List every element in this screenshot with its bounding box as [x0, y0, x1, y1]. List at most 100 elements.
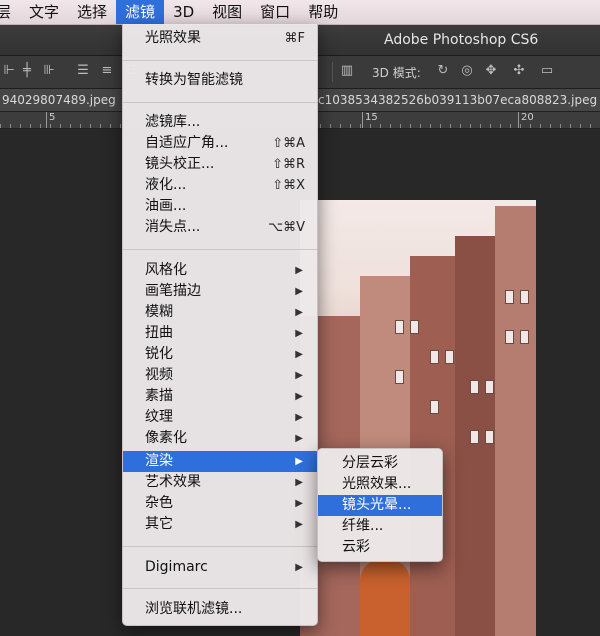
menu-item-sketch[interactable]: 素描 ▶	[123, 386, 317, 407]
menu-item-oil-paint[interactable]: 油画...	[123, 196, 317, 217]
roll-3d-icon[interactable]: ◎	[460, 64, 474, 78]
align-center-icon[interactable]: ╪	[20, 64, 34, 78]
shortcut-label: ⌘F	[284, 31, 305, 46]
options-divider	[332, 62, 333, 82]
submenu-item-lighting-effects[interactable]: 光照效果...	[318, 474, 442, 495]
menu-window[interactable]: 窗口	[251, 0, 299, 24]
submenu-item-fibers[interactable]: 纤维...	[318, 516, 442, 537]
menu-item-stylize[interactable]: 风格化 ▶	[123, 260, 317, 281]
ruler-tick	[362, 112, 363, 128]
distribute-middle-icon[interactable]: ≡	[100, 64, 114, 78]
menu-separator	[123, 102, 317, 103]
menu-item-render[interactable]: 渲染 ▶	[123, 451, 317, 472]
submenu-arrow-icon: ▶	[295, 286, 303, 297]
document-tab-1[interactable]: 94029807489.jpeg	[2, 93, 116, 107]
ruler-mark-15: 15	[365, 112, 378, 123]
shortcut-label: ⇧⌘A	[272, 136, 305, 151]
menu-item-sharpen[interactable]: 锐化 ▶	[123, 344, 317, 365]
submenu-arrow-icon: ▶	[295, 498, 303, 509]
submenu-arrow-icon: ▶	[295, 456, 303, 467]
align-left-icon[interactable]: ⊩	[2, 64, 16, 78]
shortcut-label: ⇧⌘X	[272, 178, 305, 193]
window-shape	[505, 290, 514, 304]
menu-bar: 层 文字 选择 滤镜 3D 视图 窗口 帮助	[0, 0, 600, 25]
window-shape	[505, 330, 514, 344]
3d-mode-label: 3D 模式:	[372, 66, 421, 80]
canvas-photo[interactable]	[300, 200, 536, 636]
menu-item-brush-strokes[interactable]: 画笔描边 ▶	[123, 281, 317, 302]
drag-3d-icon[interactable]: ✥	[484, 64, 498, 78]
submenu-arrow-icon: ▶	[295, 349, 303, 360]
distribute-top-icon[interactable]: ☰	[76, 64, 90, 78]
window-shape	[410, 320, 419, 334]
menu-help[interactable]: 帮助	[299, 0, 347, 24]
menu-item-filter-gallery[interactable]: 滤镜库...	[123, 112, 317, 133]
menu-view[interactable]: 视图	[203, 0, 251, 24]
window-shape	[520, 330, 529, 344]
menu-item-lighting-effects[interactable]: 光照效果 ⌘F	[123, 28, 317, 49]
submenu-item-difference-clouds[interactable]: 分层云彩	[318, 453, 442, 474]
menu-item-texture[interactable]: 纹理 ▶	[123, 407, 317, 428]
menu-3d[interactable]: 3D	[164, 0, 203, 24]
submenu-item-lens-flare[interactable]: 镜头光晕...	[318, 495, 442, 516]
scale-3d-icon[interactable]: ▭	[540, 64, 554, 78]
menu-item-digimarc[interactable]: Digimarc ▶	[123, 557, 317, 578]
rotate-3d-icon[interactable]: ↻	[436, 64, 450, 78]
window-shape	[430, 400, 439, 414]
app-title: Adobe Photoshop CS6	[384, 32, 539, 48]
menu-filter[interactable]: 滤镜	[116, 0, 165, 24]
menu-item-other[interactable]: 其它 ▶	[123, 514, 317, 535]
menu-item-noise[interactable]: 杂色 ▶	[123, 493, 317, 514]
menu-item-lens-correction[interactable]: 镜头校正... ⇧⌘R	[123, 154, 317, 175]
submenu-arrow-icon: ▶	[295, 519, 303, 530]
shortcut-label: ⇧⌘R	[272, 157, 305, 172]
menu-item-pixelate[interactable]: 像素化 ▶	[123, 428, 317, 449]
ruler-tick	[518, 112, 519, 128]
document-tab-2[interactable]: c1038534382526b039113b07eca808823.jpeg	[318, 93, 597, 107]
building-shape	[410, 256, 460, 636]
auto-align-icon[interactable]: ▥	[340, 64, 354, 78]
render-submenu: 分层云彩 光照效果... 镜头光晕... 纤维... 云彩	[317, 448, 443, 562]
menu-item-blur[interactable]: 模糊 ▶	[123, 302, 317, 323]
window-shape	[520, 290, 529, 304]
menu-item-browse-filters-online[interactable]: 浏览联机滤镜...	[123, 599, 317, 620]
submenu-arrow-icon: ▶	[295, 433, 303, 444]
menu-item-convert-smart-filters[interactable]: 转换为智能滤镜	[123, 70, 317, 91]
window-shape	[395, 370, 404, 384]
menu-separator	[123, 588, 317, 589]
submenu-arrow-icon: ▶	[295, 391, 303, 402]
window-shape	[470, 380, 479, 394]
submenu-arrow-icon: ▶	[295, 328, 303, 339]
person-figure	[360, 560, 410, 636]
menu-layer[interactable]: 层	[0, 0, 20, 24]
menu-item-liquify[interactable]: 液化... ⇧⌘X	[123, 175, 317, 196]
menu-item-video[interactable]: 视频 ▶	[123, 365, 317, 386]
building-shape	[495, 206, 536, 636]
menu-separator	[123, 249, 317, 250]
menu-separator	[123, 546, 317, 547]
submenu-arrow-icon: ▶	[295, 477, 303, 488]
filter-menu: 光照效果 ⌘F 转换为智能滤镜 滤镜库... 自适应广角... ⇧⌘A 镜头校正…	[122, 24, 318, 626]
submenu-arrow-icon: ▶	[295, 562, 303, 573]
menu-item-vanishing-point[interactable]: 消失点... ⌥⌘V	[123, 217, 317, 238]
window-shape	[430, 350, 439, 364]
ruler-mark-5: 5	[49, 112, 56, 123]
window-shape	[485, 380, 494, 394]
menu-select[interactable]: 选择	[68, 0, 116, 24]
ruler-mark-20: 20	[521, 112, 534, 123]
ruler-tick	[46, 112, 47, 128]
menu-item-adaptive-wide-angle[interactable]: 自适应广角... ⇧⌘A	[123, 133, 317, 154]
align-right-icon[interactable]: ⊪	[42, 64, 56, 78]
window-shape	[485, 430, 494, 444]
slide-3d-icon[interactable]: ✣	[512, 64, 526, 78]
menu-item-distort[interactable]: 扭曲 ▶	[123, 323, 317, 344]
submenu-arrow-icon: ▶	[295, 307, 303, 318]
submenu-arrow-icon: ▶	[295, 412, 303, 423]
window-shape	[395, 320, 404, 334]
submenu-item-clouds[interactable]: 云彩	[318, 537, 442, 558]
window-shape	[470, 430, 479, 444]
menu-item-artistic[interactable]: 艺术效果 ▶	[123, 472, 317, 493]
menu-separator	[123, 60, 317, 61]
submenu-arrow-icon: ▶	[295, 370, 303, 381]
menu-type[interactable]: 文字	[20, 0, 68, 24]
